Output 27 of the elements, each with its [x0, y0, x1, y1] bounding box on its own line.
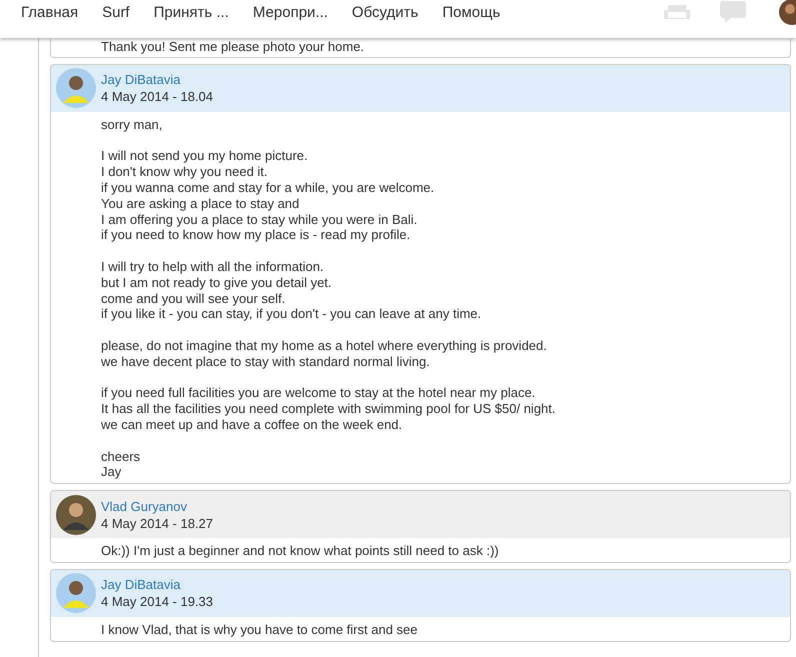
message-text: if you need full facilities you are welcome to stay at the hotel near my place. It has all the facilities you need complete with swimming pool for US $50/ night. we can meet up and have a coffee on the week end.	[101, 385, 557, 433]
message-text: please, do not imagine that my home as a hotel where everything is provided. we have decent place to stay with standard normal living.	[101, 338, 548, 370]
message-text: sorry man,	[101, 116, 164, 133]
nav-link[interactable]: Помощь	[442, 4, 500, 20]
message-date: 4 May 2014 - 19.33	[101, 594, 214, 610]
message-date: 4 May 2014 - 18.27	[101, 516, 214, 531]
message-text: Thank you! Sent me please photo your home.	[101, 39, 366, 55]
author-link[interactable]: Jay DiBatavia	[101, 577, 214, 592]
nav-link[interactable]: Принять ...	[154, 4, 229, 20]
message-text: I know Vlad, that is why you have to come first and see	[101, 622, 418, 638]
nav-link[interactable]: Меропри...	[252, 4, 328, 20]
message-text: I will not send you my home picture. I don't know why you need it. if you wanna come and stay for a while, you are welcome. You are asking a place to stay and I am offering you a place to stay while you were in Bali. if you need to know how my place is - read my profile.	[101, 148, 436, 244]
author-link[interactable]: Vlad Guryanov	[101, 498, 214, 514]
message-text: cheers Jay	[101, 448, 142, 480]
nav-link[interactable]: Главная	[21, 4, 78, 20]
sofa-icon[interactable]	[664, 3, 690, 21]
message-date: 4 May 2014 - 18.04	[101, 89, 214, 104]
author-link[interactable]: Jay DiBatavia	[101, 72, 214, 88]
nav-link[interactable]: Обсудить	[352, 4, 418, 20]
nav-link[interactable]: Surf	[102, 4, 130, 20]
message-text: Ok:)) I'm just a beginner and not know what points still need to ask :))	[101, 543, 500, 559]
message-text: I will try to help with all the information. but I am not ready to give you detail yet. come and you will see your self. if you like it - you can stay, if you don't - you can leave at any time.	[101, 258, 482, 322]
avatar[interactable]	[776, 0, 796, 25]
avatar	[56, 494, 96, 535]
avatar	[56, 573, 96, 614]
avatar	[56, 68, 96, 108]
speech-bubble-icon[interactable]	[720, 1, 746, 23]
